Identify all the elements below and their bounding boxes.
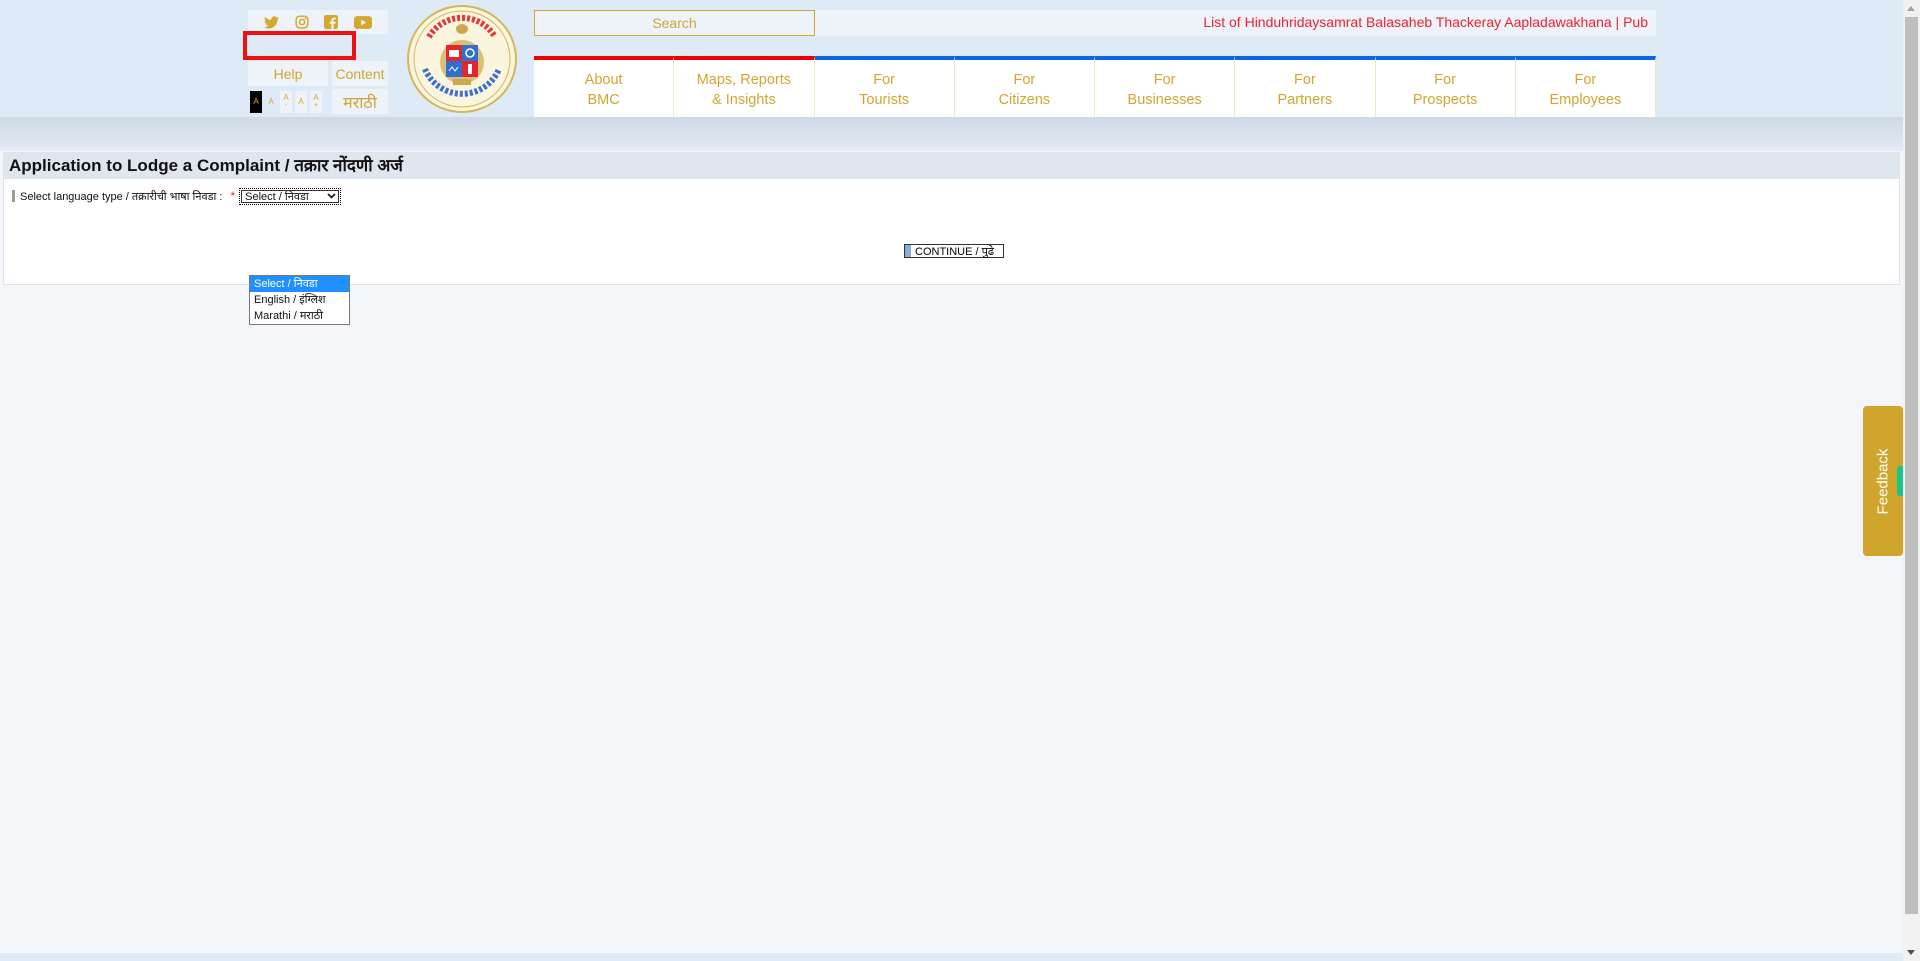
- nav-label: Citizens: [998, 91, 1051, 108]
- nav-label: For: [873, 71, 895, 88]
- nav-label: For: [1013, 71, 1036, 88]
- font-decrease-button[interactable]: A-: [280, 90, 292, 113]
- page-scrollbar[interactable]: [1903, 0, 1920, 961]
- page-title: Application to Lodge a Complaint / तक्रा…: [4, 153, 1899, 179]
- help-content-row: Help Content: [248, 61, 388, 86]
- font-size-label: A: [298, 96, 304, 106]
- twitter-icon[interactable]: [263, 15, 279, 29]
- accessibility-row: A A A- A A + मराठी: [248, 89, 388, 114]
- font-increase-button[interactable]: A +: [310, 90, 322, 113]
- continue-button[interactable]: CONTINUE / पुढे: [904, 244, 1004, 258]
- font-size-controls: A A A- A A +: [248, 89, 328, 114]
- instagram-icon[interactable]: [295, 15, 309, 29]
- nav-for-tourists[interactable]: For Tourists: [814, 56, 955, 117]
- chevron-down-icon: [327, 193, 336, 199]
- dropdown-option-english[interactable]: English / इंग्लिश: [250, 292, 349, 308]
- nav-about-bmc[interactable]: About BMC: [534, 56, 675, 117]
- content-link[interactable]: Content: [332, 61, 388, 86]
- nav-label: About: [584, 71, 623, 88]
- font-size-label: A: [313, 92, 319, 102]
- nav-for-citizens[interactable]: For Citizens: [954, 56, 1095, 117]
- font-contrast-light-button[interactable]: A: [265, 91, 277, 113]
- field-marker: [12, 190, 15, 202]
- font-size-sub: -: [284, 101, 288, 109]
- scroll-thumb[interactable]: [1905, 17, 1918, 914]
- nav-for-partners[interactable]: For Partners: [1235, 56, 1376, 117]
- dropdown-option-marathi[interactable]: Marathi / मराठी: [250, 308, 349, 324]
- continue-label: CONTINUE / पुढे: [915, 245, 995, 258]
- scroll-up-icon[interactable]: [1907, 6, 1915, 11]
- nav-maps-reports[interactable]: Maps, Reports & Insights: [674, 56, 815, 117]
- font-reset-button[interactable]: A: [295, 90, 307, 113]
- language-select-value: Select / निवडा: [245, 190, 309, 203]
- feedback-button[interactable]: Feedback: [1863, 406, 1903, 556]
- scroll-down-icon[interactable]: [1907, 950, 1915, 955]
- nav-label: BMC: [587, 91, 620, 108]
- complaint-form-panel: Application to Lodge a Complaint / तक्रा…: [3, 152, 1900, 285]
- nav-label: Maps, Reports: [696, 71, 792, 88]
- button-accent: [905, 245, 911, 257]
- nav-label: For: [1294, 71, 1316, 88]
- nav-for-employees[interactable]: For Employees: [1515, 56, 1656, 117]
- youtube-icon[interactable]: [354, 15, 373, 29]
- ticker-text[interactable]: List of Hinduhridaysamrat Balasaheb Thac…: [1203, 14, 1648, 30]
- footer-strip: [0, 953, 1903, 961]
- font-size-label: A: [253, 96, 259, 106]
- help-link[interactable]: Help: [248, 61, 328, 86]
- required-mark: *: [230, 189, 236, 203]
- language-row: Select language type / तक्रारीची भाषा नि…: [12, 187, 342, 205]
- facebook-icon[interactable]: [324, 15, 339, 29]
- bmc-emblem-icon: [412, 9, 512, 109]
- nav-for-prospects[interactable]: For Prospects: [1375, 56, 1516, 117]
- font-size-label: A: [283, 92, 289, 102]
- font-size-label: A: [268, 96, 274, 106]
- language-select[interactable]: Select / निवडा: [239, 187, 342, 205]
- search-input[interactable]: [534, 10, 815, 36]
- font-contrast-dark-button[interactable]: A: [250, 90, 262, 113]
- nav-label: For: [1434, 71, 1456, 88]
- header-spacer: [0, 117, 1903, 151]
- nav-label: Tourists: [859, 91, 910, 108]
- nav-label: & Insights: [712, 91, 776, 108]
- nav-label: Employees: [1549, 91, 1622, 108]
- language-dropdown-list: Select / निवडा English / इंग्लिश Marathi…: [249, 275, 350, 325]
- bmc-logo[interactable]: [407, 5, 517, 113]
- nav-label: For: [1574, 71, 1597, 88]
- nav-label: Partners: [1277, 91, 1333, 108]
- language-toggle[interactable]: मराठी: [332, 89, 388, 114]
- nav-label: Businesses: [1127, 91, 1202, 108]
- nav-for-businesses[interactable]: For Businesses: [1095, 56, 1236, 117]
- news-ticker[interactable]: List of Hinduhridaysamrat Balasaheb Thac…: [815, 10, 1656, 36]
- dropdown-option-select[interactable]: Select / निवडा: [250, 276, 349, 292]
- highlight-box: [243, 31, 356, 60]
- language-label: Select language type / तक्रारीची भाषा नि…: [20, 190, 223, 203]
- feedback-label: Feedback: [1874, 448, 1892, 514]
- nav-label: For: [1153, 71, 1176, 88]
- main-nav: About BMC Maps, Reports & Insights For Tour…: [534, 56, 1656, 117]
- nav-label: Prospects: [1412, 91, 1478, 108]
- font-size-sub: +: [313, 101, 319, 109]
